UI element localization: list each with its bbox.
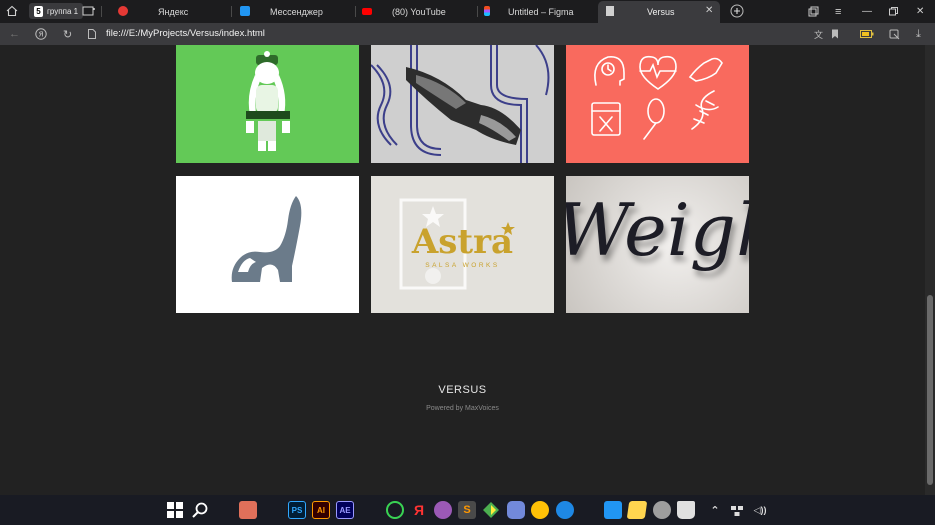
translate-icon[interactable]: 文 <box>814 23 823 45</box>
footer-title: VERSUS <box>438 384 487 396</box>
tab-yandex[interactable]: Яндекс <box>112 0 230 23</box>
tab-label: Versus <box>647 7 675 17</box>
tab-group-label: группа 1 <box>47 6 79 16</box>
tor-icon[interactable] <box>434 501 452 519</box>
sublime-icon[interactable]: S <box>458 501 476 519</box>
scrollbar-thumb[interactable] <box>927 295 933 485</box>
search-icon[interactable] <box>191 501 209 519</box>
close-tab-icon[interactable]: ✕ <box>705 5 713 16</box>
url-field[interactable]: file:///E:/MyProjects/Versus/index.html <box>106 23 265 45</box>
minimize-icon[interactable]: — <box>862 0 872 23</box>
photoshop-icon[interactable]: PS <box>288 501 306 519</box>
weight-lettering-card[interactable]: Weight <box>566 176 749 313</box>
tab-separator <box>477 6 478 17</box>
hands-card[interactable] <box>371 45 554 163</box>
tab-separator <box>101 6 102 17</box>
elephant-logo-card[interactable] <box>176 176 359 313</box>
health-icons-card[interactable] <box>566 45 749 163</box>
tray-chevron-icon[interactable]: ⌃ <box>706 501 724 519</box>
sourcetree-icon[interactable] <box>482 501 500 519</box>
figma-icon <box>484 6 490 16</box>
messenger-icon <box>240 6 250 16</box>
discord-icon[interactable] <box>507 501 525 519</box>
tab-messenger[interactable]: Мессенджер <box>234 0 352 23</box>
browser-window: 5 группа 1 Яндекс Мессенджер (80) YouTub… <box>0 0 935 525</box>
menu-icon[interactable]: ≡ <box>835 0 841 23</box>
window-app-icon[interactable] <box>239 501 257 519</box>
tab-label: Мессенджер <box>270 6 323 17</box>
tab-groups-icon[interactable] <box>3 2 21 20</box>
windows-taskbar: PS AI AE Я S ⌃ ◁)) <box>0 495 935 525</box>
svg-text:Я: Я <box>39 31 44 39</box>
astra-logo-subtitle: SALSA WORKS <box>425 262 500 269</box>
after-effects-icon[interactable]: AE <box>336 501 354 519</box>
tab-group-number: 5 <box>34 5 43 17</box>
network-icon[interactable] <box>728 501 746 519</box>
excel-like-icon[interactable] <box>604 501 622 519</box>
tab-label: Яндекс <box>158 6 189 17</box>
character-illustration <box>246 51 290 151</box>
page-viewport: Astra SALSA WORKS Weight VERSUS Powered … <box>0 45 925 495</box>
tab-versus[interactable]: Versus ✕ <box>598 1 720 23</box>
health-icons-illustration <box>591 55 723 140</box>
recycle-bin-icon[interactable] <box>677 501 695 519</box>
tab-label: (80) YouTube <box>392 6 446 17</box>
bookmark-icon[interactable] <box>831 23 839 45</box>
tab-youtube[interactable]: (80) YouTube <box>358 0 476 23</box>
elephant-logo-icon <box>231 196 302 282</box>
tab-figma[interactable]: Untitled – Figma <box>480 0 598 23</box>
yandex-icon <box>118 6 128 16</box>
settings-icon[interactable] <box>653 501 671 519</box>
hands-illustration <box>371 45 550 163</box>
address-bar: ← Я ↻ file:///E:/MyProjects/Versus/index… <box>0 23 935 45</box>
volume-icon[interactable]: ◁)) <box>751 501 769 519</box>
close-window-icon[interactable]: ✕ <box>916 0 924 23</box>
youtube-icon <box>362 8 372 15</box>
file-icon <box>88 23 96 45</box>
tab-separator <box>355 6 356 17</box>
yandex-home-icon[interactable]: Я <box>35 23 47 45</box>
astra-logo-card[interactable]: Astra SALSA WORKS <box>371 176 554 313</box>
extensions-icon[interactable] <box>889 23 900 45</box>
tab-manager-icon[interactable] <box>808 0 819 23</box>
restore-icon[interactable] <box>889 0 898 23</box>
illustrator-icon[interactable]: AI <box>312 501 330 519</box>
emoji-app-icon[interactable] <box>531 501 549 519</box>
notepad-icon[interactable] <box>626 501 648 519</box>
weight-lettering-text: Weight <box>566 188 749 272</box>
new-group-icon[interactable] <box>80 2 98 20</box>
green-character-card[interactable] <box>176 45 359 163</box>
opera-icon[interactable] <box>386 501 404 519</box>
tab-separator <box>231 6 232 17</box>
tab-bar: 5 группа 1 Яндекс Мессенджер (80) YouTub… <box>0 0 935 23</box>
footer-subtitle: Powered by MaxVoices <box>426 405 499 412</box>
reload-icon[interactable]: ↻ <box>63 23 72 45</box>
page-scrollbar[interactable] <box>925 45 935 495</box>
document-icon <box>606 6 614 16</box>
new-tab-icon[interactable] <box>728 2 746 20</box>
back-icon[interactable]: ← <box>9 23 20 45</box>
battery-icon[interactable] <box>860 23 874 45</box>
yandex-browser-icon[interactable]: Я <box>410 501 428 519</box>
start-icon[interactable] <box>166 501 184 519</box>
download-icon[interactable]: ⤓ <box>916 23 921 45</box>
steam-icon[interactable] <box>556 501 574 519</box>
tab-group-chip[interactable]: 5 группа 1 <box>29 3 84 19</box>
astra-logo-title: Astra <box>411 222 514 262</box>
tab-label: Untitled – Figma <box>508 6 574 17</box>
